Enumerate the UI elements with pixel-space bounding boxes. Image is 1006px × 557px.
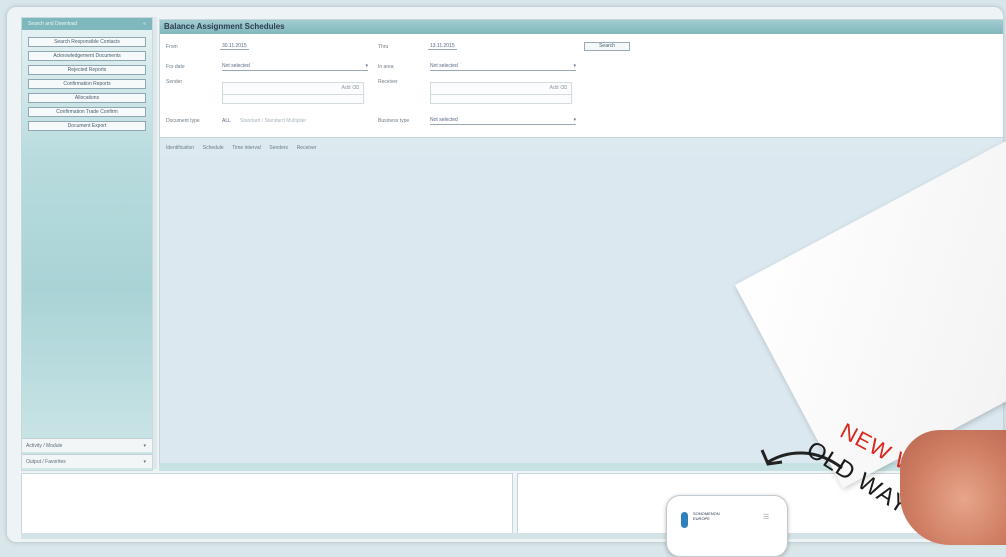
receiver-multiselect[interactable]: Add ⌫	[430, 82, 572, 104]
page-title: Balance Assignment Schedules	[160, 20, 1003, 34]
from-label: From	[166, 44, 178, 50]
sender-multiselect[interactable]: Add ⌫	[222, 82, 364, 104]
nav-document-export-button[interactable]: Document Export	[28, 121, 146, 131]
document-type-label: Document type	[166, 118, 200, 124]
nav-trade-confirm-button[interactable]: Confirmation Trade Confirm	[28, 107, 146, 117]
for-date-dropdown[interactable]: Not selected ▾	[222, 63, 368, 71]
section-output[interactable]: Output / Favorites ▾	[22, 454, 152, 468]
in-area-value: Not selected	[430, 63, 458, 69]
chevron-down-icon[interactable]: ▾	[143, 439, 146, 453]
nav-allocations-button[interactable]: Allocations	[28, 93, 146, 103]
nav-acknowledgement-button[interactable]: Acknowledgement Documents	[28, 51, 146, 61]
chevron-down-icon[interactable]: ▾	[365, 63, 368, 69]
phone-brand-text: SONOMENON EUROPE	[693, 511, 720, 521]
to-label: Thru	[378, 44, 389, 50]
tab-identification[interactable]: Identification	[166, 145, 194, 151]
business-type-dropdown[interactable]: Not selected ▾	[430, 117, 576, 125]
filter-panel: From 30.11.2015 Thru 13.11.2015 Search F…	[160, 34, 1003, 138]
sidebar-title: Search and Download	[28, 21, 78, 27]
document-type-value[interactable]: ALL	[222, 118, 231, 124]
menu-icon: ☰	[763, 514, 770, 521]
for-date-label: For date	[166, 64, 185, 70]
chevron-down-icon[interactable]: ▾	[573, 63, 576, 69]
sidebar-header[interactable]: Search and Download «	[22, 18, 152, 30]
collapse-icon[interactable]: «	[143, 18, 146, 30]
sender-label: Sender	[166, 79, 183, 85]
business-type-value: Not selected	[430, 117, 458, 123]
footer-band	[21, 533, 1003, 539]
for-date-value: Not selected	[222, 63, 250, 69]
chevron-down-icon[interactable]: ▾	[143, 455, 146, 469]
section-activity-label: Activity / Module	[26, 443, 63, 449]
business-type-label: Business type	[378, 118, 410, 124]
tab-senders[interactable]: Senders	[269, 145, 288, 151]
hand-image	[900, 430, 1006, 545]
sidebar: Search and Download « Search Responsible…	[21, 17, 153, 471]
to-date-field[interactable]: 13.11.2015	[428, 43, 457, 50]
nav-search-contacts-button[interactable]: Search Responsible Contacts	[28, 37, 146, 47]
tab-receiver[interactable]: Receiver	[297, 145, 317, 151]
nav-rejected-reports-button[interactable]: Rejected Reports	[28, 65, 146, 75]
phone-card: SONOMENON EUROPE ☰	[666, 495, 788, 557]
detail-pane-left	[21, 473, 513, 535]
from-date-field[interactable]: 30.11.2015	[220, 43, 249, 50]
section-output-label: Output / Favorites	[26, 459, 66, 465]
chevron-down-icon[interactable]: ▾	[573, 117, 576, 123]
tab-schedule[interactable]: Schedule	[203, 145, 224, 151]
section-activity[interactable]: Activity / Module ▾	[22, 438, 152, 452]
logo-icon	[681, 512, 688, 528]
sender-controls[interactable]: Add ⌫	[342, 85, 359, 91]
in-area-label: In area	[378, 64, 394, 70]
receiver-controls[interactable]: Add ⌫	[550, 85, 567, 91]
divider	[223, 94, 363, 95]
divider	[431, 94, 571, 95]
tab-time-interval[interactable]: Time interval	[232, 145, 260, 151]
receiver-label: Receiver	[378, 79, 398, 85]
in-area-dropdown[interactable]: Not selected ▾	[430, 63, 576, 71]
nav-confirmation-reports-button[interactable]: Confirmation Reports	[28, 79, 146, 89]
document-type-note: Standard / Standard Multiplier	[240, 118, 307, 124]
sidebar-splitter[interactable]	[153, 17, 157, 469]
search-button[interactable]: Search	[584, 42, 630, 51]
result-tabs: Identification Schedule Time interval Se…	[166, 145, 323, 155]
